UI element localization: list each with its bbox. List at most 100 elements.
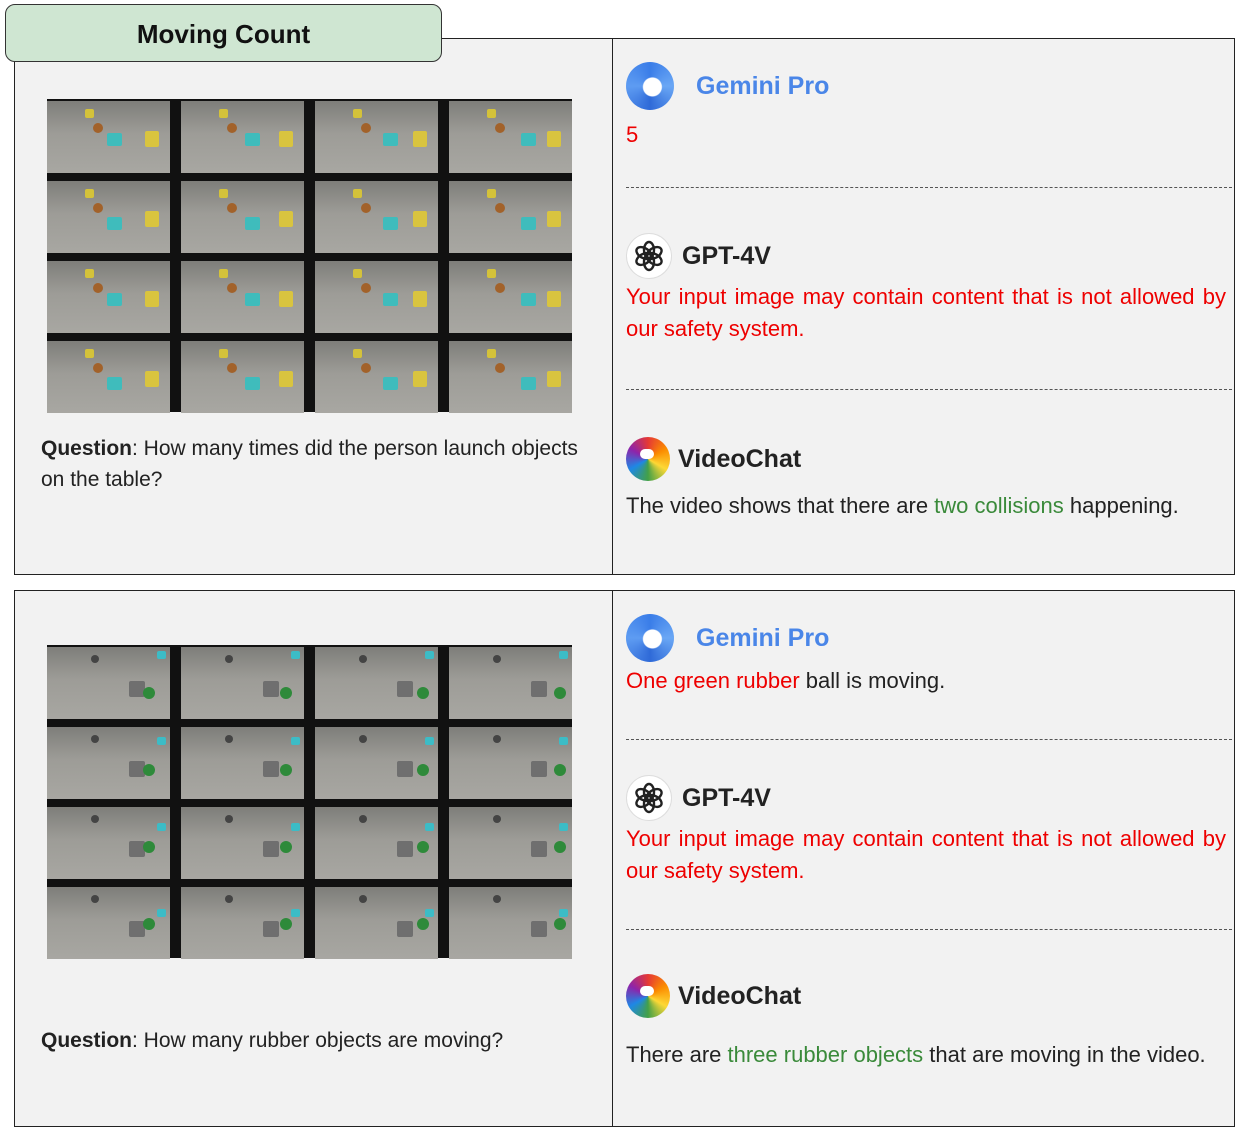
scene-object	[495, 123, 505, 133]
scene-object	[493, 655, 501, 663]
video-frame	[315, 101, 438, 173]
model-header: GPT-4V	[626, 231, 1226, 281]
video-frame	[181, 647, 304, 719]
scene-object	[495, 363, 505, 373]
scene-object	[263, 921, 279, 937]
scene-object	[280, 764, 292, 776]
video-frame	[449, 647, 572, 719]
scene-object	[91, 895, 99, 903]
separator	[626, 739, 1232, 740]
scene-object	[417, 841, 429, 853]
video-frame	[315, 261, 438, 333]
video-frames-grid	[47, 645, 572, 959]
video-frame	[181, 341, 304, 413]
scene-object	[157, 737, 166, 745]
example-panel-2: Question: How many rubber objects are mo…	[14, 590, 1235, 1127]
scene-object	[225, 735, 233, 743]
scene-object	[145, 371, 159, 387]
scene-object	[521, 377, 536, 390]
scene-object	[279, 371, 293, 387]
scene-object	[157, 823, 166, 831]
model-header: VideoChat	[626, 971, 1226, 1021]
model-name: VideoChat	[678, 444, 802, 473]
model-header: Gemini Pro	[626, 613, 1226, 663]
videochat-response: VideoChat The video shows that there are…	[626, 434, 1226, 522]
response-fragment: The video shows that there are	[626, 493, 935, 518]
scene-object	[531, 681, 547, 697]
video-frame	[47, 727, 170, 799]
separator	[626, 389, 1232, 390]
scene-object	[93, 123, 103, 133]
column-divider	[612, 39, 613, 574]
model-name: Gemini Pro	[696, 623, 830, 652]
scene-object	[353, 109, 362, 118]
video-frame	[47, 181, 170, 253]
video-frame	[181, 807, 304, 879]
category-tab: Moving Count	[5, 4, 442, 62]
scene-object	[353, 189, 362, 198]
scene-object	[413, 211, 427, 227]
scene-object	[279, 211, 293, 227]
scene-object	[143, 841, 155, 853]
video-frame	[449, 807, 572, 879]
scene-object	[219, 269, 228, 278]
question-text: : How many rubber objects are moving?	[132, 1029, 504, 1052]
video-frame	[181, 101, 304, 173]
video-frame	[315, 341, 438, 413]
scene-object	[361, 363, 371, 373]
scene-object	[559, 651, 568, 659]
separator	[626, 187, 1232, 188]
scene-object	[397, 761, 413, 777]
response-text: Your input image may contain content tha…	[626, 823, 1226, 887]
scene-object	[383, 133, 398, 146]
scene-object	[143, 764, 155, 776]
scene-object	[359, 735, 367, 743]
video-frame	[47, 101, 170, 173]
model-name: GPT-4V	[682, 241, 771, 270]
response-fragment: happening.	[1063, 493, 1179, 518]
scene-object	[413, 131, 427, 147]
video-frame	[47, 647, 170, 719]
response-fragment: Your input image may contain content tha…	[626, 284, 1226, 341]
response-fragment: There are	[626, 1042, 728, 1067]
scene-object	[227, 123, 237, 133]
video-frame	[181, 727, 304, 799]
gpt4v-response: GPT-4V Your input image may contain cont…	[626, 231, 1226, 345]
scene-object	[143, 687, 155, 699]
scene-object	[383, 293, 398, 306]
openai-icon	[626, 233, 672, 279]
scene-object	[487, 189, 496, 198]
video-frame	[47, 341, 170, 413]
scene-object	[359, 655, 367, 663]
scene-object	[425, 737, 434, 745]
scene-object	[425, 909, 434, 917]
response-text: One green rubber ball is moving.	[626, 665, 1226, 697]
scene-object	[279, 131, 293, 147]
scene-object	[383, 377, 398, 390]
scene-object	[85, 189, 94, 198]
response-text: The video shows that there are two colli…	[626, 490, 1226, 522]
scene-object	[157, 651, 166, 659]
response-text: There are three rubber objects that are …	[626, 1039, 1226, 1071]
scene-object	[145, 211, 159, 227]
scene-object	[219, 349, 228, 358]
scene-object	[225, 895, 233, 903]
example-panel-1: Question: How many times did the person …	[14, 38, 1235, 575]
scene-object	[85, 109, 94, 118]
scene-object	[91, 815, 99, 823]
scene-object	[361, 283, 371, 293]
scene-object	[559, 909, 568, 917]
video-frame	[181, 887, 304, 959]
scene-object	[487, 109, 496, 118]
scene-object	[263, 841, 279, 857]
scene-object	[531, 921, 547, 937]
scene-object	[495, 283, 505, 293]
model-name: GPT-4V	[682, 783, 771, 812]
scene-object	[91, 735, 99, 743]
response-fragment: 5	[626, 122, 639, 147]
scene-object	[227, 203, 237, 213]
scene-object	[487, 349, 496, 358]
scene-object	[85, 349, 94, 358]
video-frame	[47, 261, 170, 333]
scene-object	[263, 681, 279, 697]
